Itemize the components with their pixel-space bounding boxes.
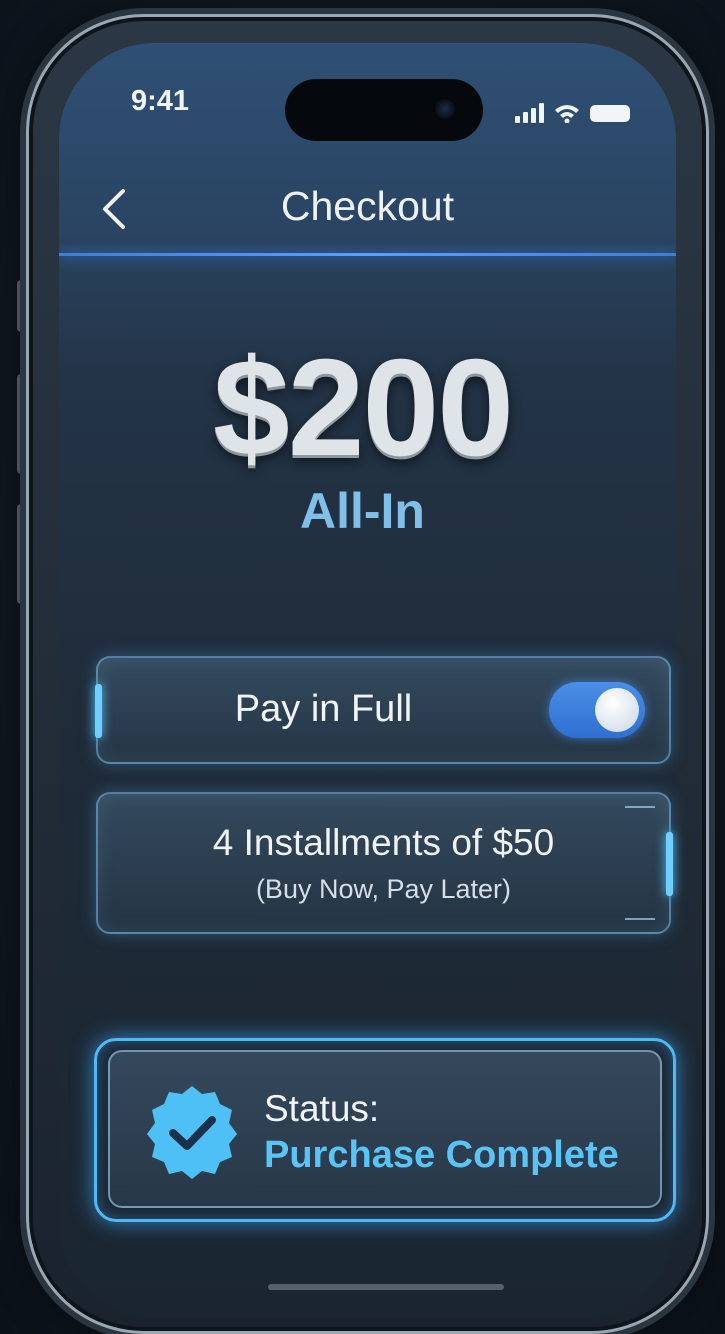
installments-option[interactable]: 4 Installments of $50 (Buy Now, Pay Late… — [96, 792, 673, 934]
option-accent-tick — [666, 832, 673, 896]
corner-dash — [625, 806, 655, 808]
installments-sublabel: (Buy Now, Pay Later) — [255, 874, 512, 904]
price-subtitle: All-In — [300, 483, 425, 539]
total-price: $200 — [213, 331, 514, 485]
installments-label: 4 Installments of $50 — [212, 822, 555, 863]
status-label: Status: — [264, 1088, 380, 1129]
toggle-knob — [595, 688, 639, 732]
pay-in-full-option[interactable]: Pay in Full — [95, 656, 671, 764]
verified-check-badge-icon — [147, 1086, 237, 1179]
pay-in-full-toggle[interactable] — [549, 682, 645, 738]
corner-dash — [625, 918, 655, 920]
home-indicator[interactable] — [268, 1284, 504, 1290]
status-value: Purchase Complete — [264, 1134, 619, 1176]
